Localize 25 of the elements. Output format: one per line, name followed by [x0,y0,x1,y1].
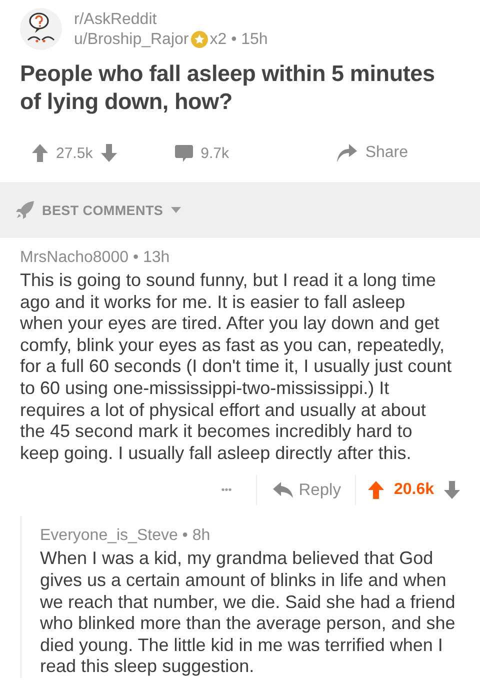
upvote-arrow-icon[interactable] [368,481,384,500]
reply-arrow-icon [272,482,293,498]
caret-icon[interactable] [171,207,182,213]
avatar-icon [20,8,62,50]
comment-count: 9.7k [200,144,230,162]
comment-meta: MrsNacho8000 • 13h [20,249,170,266]
sort-label[interactable]: BEST COMMENTS [42,202,164,218]
subreddit-name[interactable]: r/AskReddit [74,10,268,28]
downvote-arrow-icon[interactable] [100,144,117,162]
comment-body: This is going to sound funny, but I read it a long time ago and it works for me. It is easier to fall asleep when your eyes are tired. After you lay down and get comfy, blink your eyes as fast as you can, repeatedly, for a full 60 seconds (I don't time it, I usually just count to 60 using one-mississippi-two-mississippi.) It requires a lot of physical effort and usually at about the 45 second mark it becomes incredibly hard to keep going. I usually fall asleep directly after this. [20,270,452,464]
comment-body: When I was a kid, my grandma believed that God gives us a certain amount of blinks in life and when we reach that number, we die. Said she had a friend who blinked more than the average person, and she died young. The little kid in me was terrified when I read this sleep suggestion. [40,548,456,678]
more-button[interactable]: ••• [197,475,257,506]
upvote-arrow-icon[interactable] [32,144,48,162]
share-arrow-icon[interactable] [337,144,358,162]
username[interactable]: u/Broship_Rajor [74,30,189,48]
comment-bubble-icon[interactable] [174,144,193,162]
vote-score: 27.5k [56,144,93,162]
share-label[interactable]: Share [365,144,408,162]
comment-meta: Everyone_is_Steve • 8h [40,527,210,544]
downvote-arrow-icon[interactable] [444,481,460,500]
vote-score: 20.6k [394,481,434,500]
post-title: People who fall asleep within 5 minutes of lying down, how? [20,60,436,116]
rocket-icon [16,201,34,219]
reply-button[interactable]: Reply [256,475,356,506]
award-count-and-age: x2 • 15h [210,30,268,48]
